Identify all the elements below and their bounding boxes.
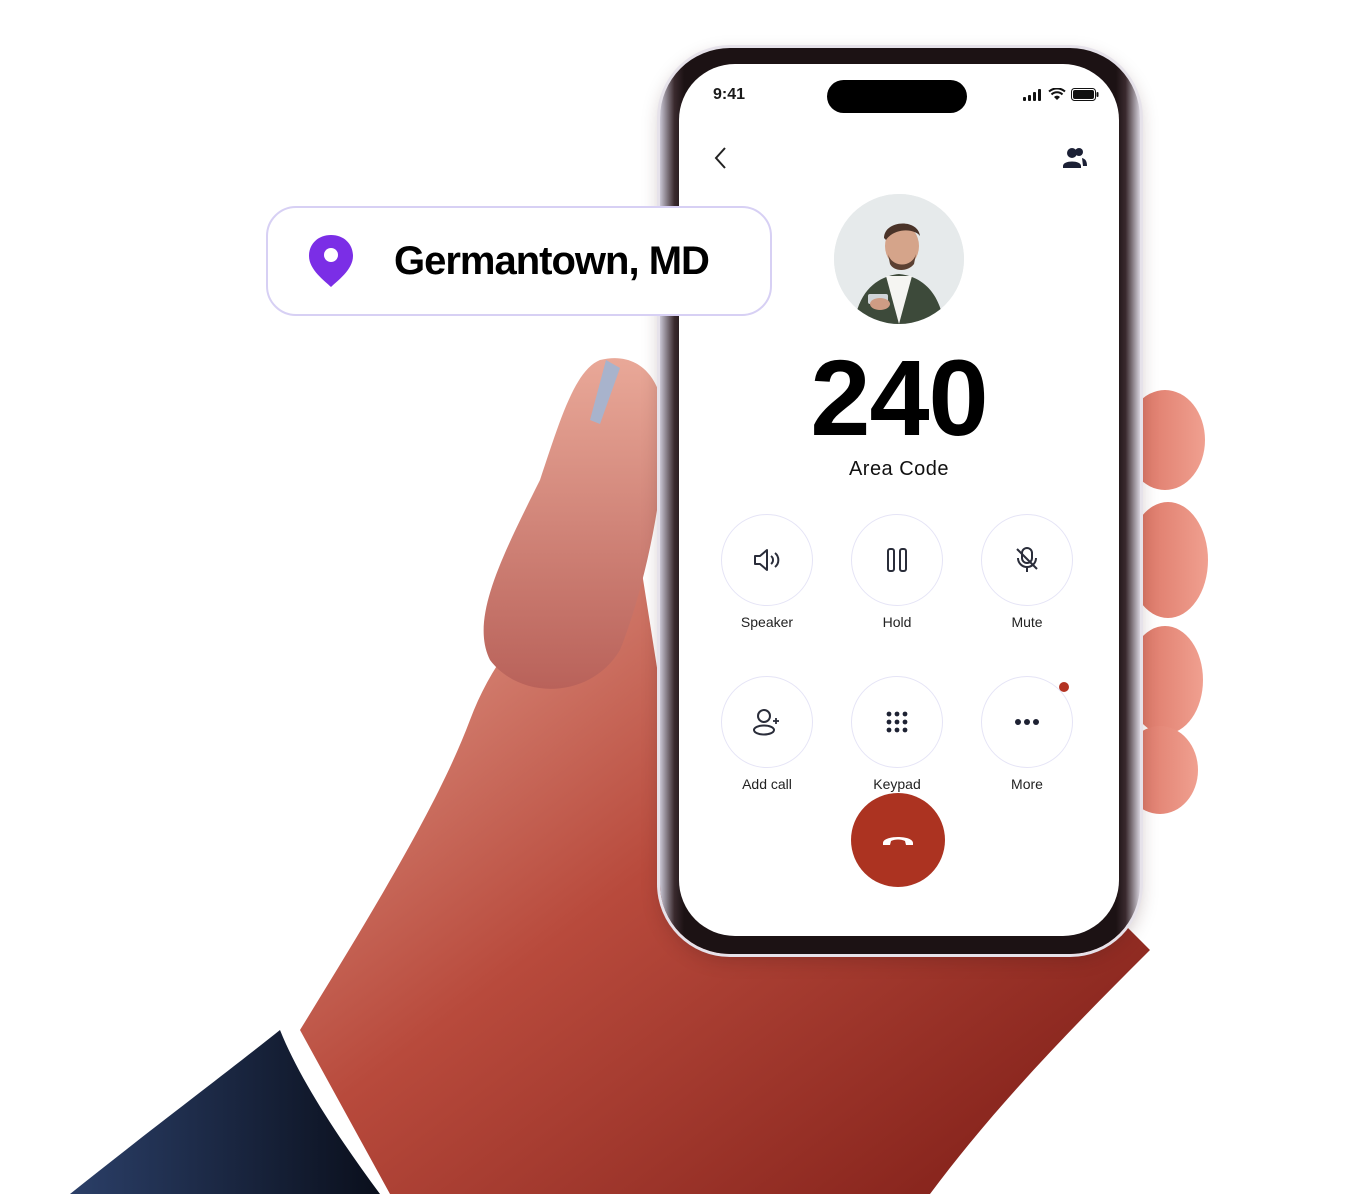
notification-badge: [1059, 682, 1069, 692]
add-call-button-circle[interactable]: [721, 676, 813, 768]
status-icons: [1023, 88, 1099, 101]
call-controls: Speaker Hold Mute Add call Keypad More: [721, 514, 1075, 792]
mute-button-circle[interactable]: [981, 514, 1073, 606]
speaker-button[interactable]: Speaker: [721, 514, 813, 630]
chevron-left-icon: [714, 147, 726, 169]
pause-icon: [887, 548, 907, 572]
keypad-icon: [886, 711, 908, 733]
person-photo: [834, 194, 964, 324]
battery-icon: [1071, 88, 1099, 101]
mute-button[interactable]: Mute: [981, 514, 1073, 630]
location-text: Germantown, MD: [394, 238, 710, 283]
speaker-button-circle[interactable]: [721, 514, 813, 606]
contacts-icon: [1063, 148, 1087, 168]
area-code-label: Area Code: [848, 458, 950, 480]
keypad-button-circle[interactable]: [851, 676, 943, 768]
map-pin-icon: [309, 235, 353, 287]
signal-icon: [1023, 88, 1041, 101]
location-pill: Germantown, MD: [266, 206, 772, 316]
hang-up-icon: [883, 837, 913, 845]
hold-button-circle[interactable]: [851, 514, 943, 606]
mute-label: Mute: [1011, 614, 1043, 630]
hold-label: Hold: [882, 614, 912, 630]
add-call-label: Add call: [742, 776, 792, 792]
back-button[interactable]: [709, 144, 733, 172]
hold-button[interactable]: Hold: [851, 514, 943, 630]
more-label: More: [1011, 776, 1043, 792]
contacts-button[interactable]: [1061, 144, 1089, 172]
finger-2: [1128, 502, 1208, 618]
caller-avatar: [834, 194, 964, 324]
speaker-label: Speaker: [740, 614, 794, 630]
status-time: 9:41: [713, 86, 746, 103]
more-button[interactable]: More: [981, 676, 1073, 792]
add-person-icon: [753, 709, 779, 736]
end-call-button[interactable]: [851, 793, 945, 887]
area-code-number: 240: [810, 337, 988, 458]
speaker-icon: [754, 549, 780, 571]
more-dots-icon: [1015, 719, 1039, 725]
add-call-button[interactable]: Add call: [721, 676, 813, 792]
mic-off-icon: [1016, 547, 1038, 572]
keypad-button[interactable]: Keypad: [851, 676, 943, 792]
wifi-icon: [1048, 88, 1066, 100]
dynamic-island: [827, 80, 967, 113]
keypad-label: Keypad: [873, 776, 921, 792]
phone-screen: 9:41 240 Area Code Speaker Hold Mute Add…: [679, 64, 1119, 936]
